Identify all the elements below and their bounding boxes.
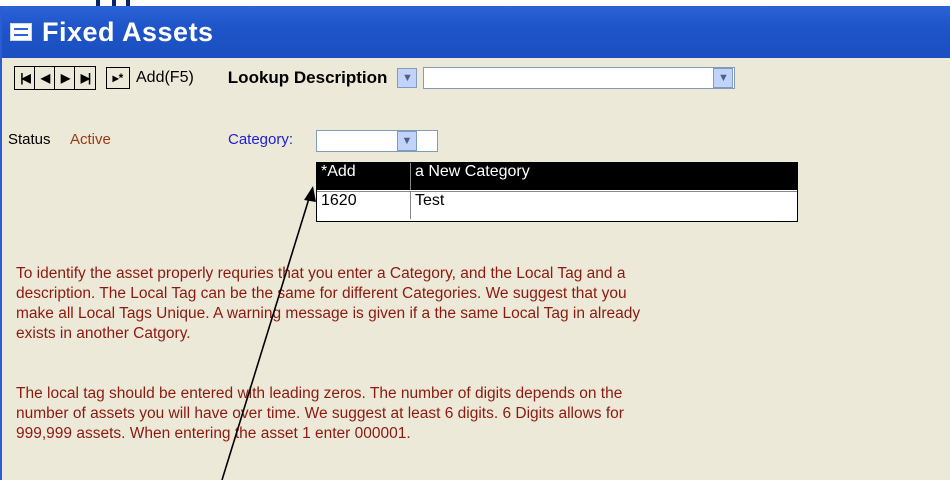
option-name: Test bbox=[415, 192, 445, 209]
chevron-down-icon: ▼ bbox=[401, 72, 413, 84]
lookup-description-combobox[interactable]: ▼ bbox=[423, 67, 736, 89]
instruction-line: exists in another Catgory. bbox=[16, 325, 191, 342]
lookup-dropdown-button[interactable]: ▼ bbox=[713, 68, 734, 88]
option-code: *Add bbox=[317, 163, 411, 190]
category-dropdown-list: *Add a New Category 1620 Test bbox=[316, 162, 798, 222]
instruction-line: make all Local Tags Unique. A warning me… bbox=[16, 305, 641, 322]
record-toolbar: |◀ ◀ ▶ ▶| ▸* Add(F5) Lookup Description … bbox=[2, 58, 950, 98]
category-instructions: To identify the asset properly requries … bbox=[16, 264, 936, 344]
category-label: Category: bbox=[228, 131, 294, 148]
previous-record-button[interactable]: ◀ bbox=[35, 67, 55, 89]
new-record-button[interactable]: ▸* bbox=[106, 67, 130, 89]
record-navigator: |◀ ◀ ▶ ▶| bbox=[14, 66, 96, 90]
instruction-line: number of assets you will have over time… bbox=[16, 405, 624, 422]
add-shortcut-label[interactable]: Add(F5) bbox=[136, 69, 194, 87]
instruction-line: To identify the asset properly requries … bbox=[16, 265, 626, 282]
local-tag-instructions: The local tag should be entered with lea… bbox=[16, 384, 936, 444]
lookup-mode-dropdown[interactable]: ▼ bbox=[397, 68, 418, 88]
status-label: Status bbox=[8, 131, 51, 148]
instruction-line: The local tag should be entered with lea… bbox=[16, 385, 623, 402]
dropdown-option[interactable]: 1620 Test bbox=[317, 191, 797, 219]
next-record-button[interactable]: ▶ bbox=[55, 67, 75, 89]
instruction-line: description. The Local Tag can be the sa… bbox=[16, 285, 627, 302]
status-value: Active bbox=[70, 131, 111, 148]
chevron-down-icon: ▼ bbox=[717, 72, 729, 84]
first-record-button[interactable]: |◀ bbox=[15, 67, 35, 89]
option-code: 1620 bbox=[317, 192, 411, 219]
instruction-line: 999,999 assets. When entering the asset … bbox=[16, 425, 411, 442]
option-name: a New Category bbox=[415, 163, 530, 180]
chevron-down-icon: ▼ bbox=[401, 135, 413, 147]
last-record-button[interactable]: ▶| bbox=[75, 67, 95, 89]
lookup-description-label: Lookup Description bbox=[227, 68, 388, 87]
category-dropdown-button[interactable]: ▼ bbox=[397, 131, 417, 151]
window-title: Fixed Assets bbox=[42, 16, 214, 47]
category-combobox[interactable]: ▼ bbox=[316, 130, 438, 152]
title-bar[interactable]: Fixed Assets bbox=[2, 6, 950, 58]
form-icon bbox=[10, 23, 32, 41]
dropdown-option[interactable]: *Add a New Category bbox=[317, 163, 797, 190]
